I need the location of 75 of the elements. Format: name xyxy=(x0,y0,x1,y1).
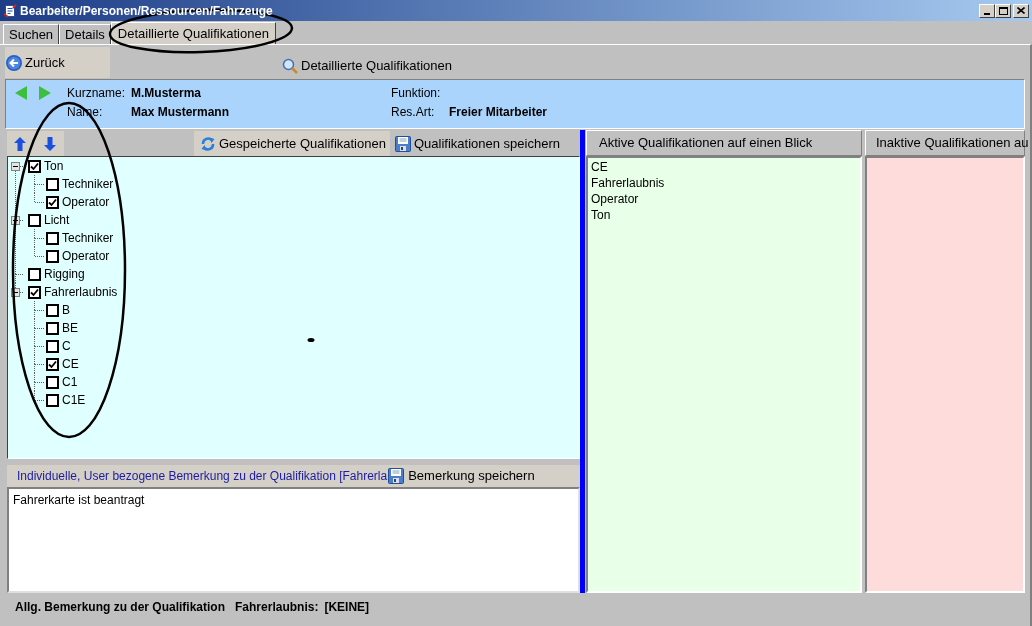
minimize-button[interactable] xyxy=(979,3,995,18)
ink-dot xyxy=(307,338,315,342)
close-button[interactable] xyxy=(1013,3,1029,18)
field-value: M.Musterma xyxy=(131,84,201,102)
checkbox[interactable] xyxy=(28,285,41,299)
tree-item-label[interactable]: Techniker xyxy=(62,229,114,247)
splitter-handle[interactable] xyxy=(580,130,585,593)
tree-guide-line xyxy=(19,292,24,293)
checkbox[interactable] xyxy=(46,339,59,353)
checkbox[interactable] xyxy=(46,321,59,335)
checkbox[interactable] xyxy=(28,159,41,173)
checkbox[interactable] xyxy=(46,393,59,407)
search-icon xyxy=(282,57,298,74)
back-button[interactable]: Zurück xyxy=(5,47,110,78)
field-label: Funktion: xyxy=(391,84,442,102)
checkbox[interactable] xyxy=(28,267,41,281)
checkbox[interactable] xyxy=(46,303,59,317)
field-label: Res.Art: xyxy=(391,103,436,121)
field-label: Kurzname: xyxy=(67,84,127,102)
tree-item-label[interactable]: BE xyxy=(62,319,78,337)
tree-item-label[interactable]: C xyxy=(62,337,71,355)
window-title: Bearbeiter/Personen/Ressourcen/Fahrzeuge xyxy=(20,2,273,20)
tree-item-label[interactable]: Fahrerlaubnis xyxy=(44,283,118,301)
checkbox[interactable] xyxy=(46,249,59,263)
tree-guide-line xyxy=(34,337,44,355)
panel-header: Aktive Qualifikationen auf einen Blick xyxy=(586,130,862,156)
tree-item-label[interactable]: Operator xyxy=(62,247,110,265)
tree-item-label[interactable]: Operator xyxy=(62,193,110,211)
checkbox[interactable] xyxy=(46,357,59,371)
document-icon xyxy=(3,3,17,18)
checkbox[interactable] xyxy=(46,195,59,209)
tree-guide-line xyxy=(34,301,44,319)
remark-label: Individuelle, User bezogene Bemerkung zu der Qualifikation [Fahrerla xyxy=(16,468,388,485)
list-item: CE xyxy=(591,159,608,175)
tree-item-label[interactable]: B xyxy=(62,301,70,319)
checkbox[interactable] xyxy=(46,177,59,191)
remark-field[interactable]: Fahrerkarte ist beantragt xyxy=(7,487,580,593)
tree-guide-line xyxy=(19,166,24,167)
checkbox[interactable] xyxy=(46,231,59,245)
close-icon[interactable] xyxy=(1017,7,1025,14)
tree-item-label[interactable]: CE xyxy=(62,355,79,373)
checkbox[interactable] xyxy=(28,213,41,227)
save-remark-button[interactable]: Bemerkung speichern xyxy=(388,466,535,486)
tree-item-label[interactable]: C1E xyxy=(62,391,86,409)
tree-item-label[interactable]: C1 xyxy=(62,373,78,391)
tab[interactable]: Suchen xyxy=(3,24,60,44)
list-item: Operator xyxy=(591,191,639,207)
status-label: Allg. Bemerkung zu der Qualifikation xyxy=(15,599,226,616)
checkbox[interactable] xyxy=(46,375,59,389)
arrow-down-icon[interactable] xyxy=(44,136,56,151)
arrow-up-icon[interactable] xyxy=(14,136,26,151)
minus-box-icon[interactable] xyxy=(11,162,20,171)
tree-guide-line xyxy=(19,220,24,221)
saved-qualifications-button[interactable]: Gespeicherte Qualifikationen xyxy=(194,131,390,156)
section-title: Detaillierte Qualifikationen xyxy=(301,56,453,75)
tab[interactable]: Details xyxy=(59,24,111,44)
save-button[interactable]: Qualifikationen speichern xyxy=(392,131,580,156)
list-item: Fahrerlaubnis xyxy=(591,175,665,191)
arrow-left-circle-icon[interactable] xyxy=(6,54,22,71)
minus-box-icon[interactable] xyxy=(11,216,20,225)
field-value: Max Mustermann xyxy=(131,103,230,121)
tree-item-label[interactable]: Rigging xyxy=(44,265,85,283)
tree-guide-line xyxy=(34,355,44,373)
status-field-label: Fahrerlaubnis: xyxy=(235,599,319,616)
minimize-icon[interactable] xyxy=(984,12,990,15)
list-item: Ton xyxy=(591,207,611,223)
tree-guide-line xyxy=(34,319,44,337)
refresh-icon[interactable] xyxy=(200,135,216,152)
tree-item-label[interactable]: Ton xyxy=(44,157,64,175)
tree-item-label[interactable]: Techniker xyxy=(62,175,114,193)
field-value: Freier Mitarbeiter xyxy=(449,103,548,121)
status-value: [KEINE] xyxy=(324,599,370,616)
minus-box-icon[interactable] xyxy=(11,288,20,297)
tree-item-label[interactable]: Licht xyxy=(44,211,70,229)
tab[interactable]: Detaillierte Qualifikationen xyxy=(110,22,276,44)
